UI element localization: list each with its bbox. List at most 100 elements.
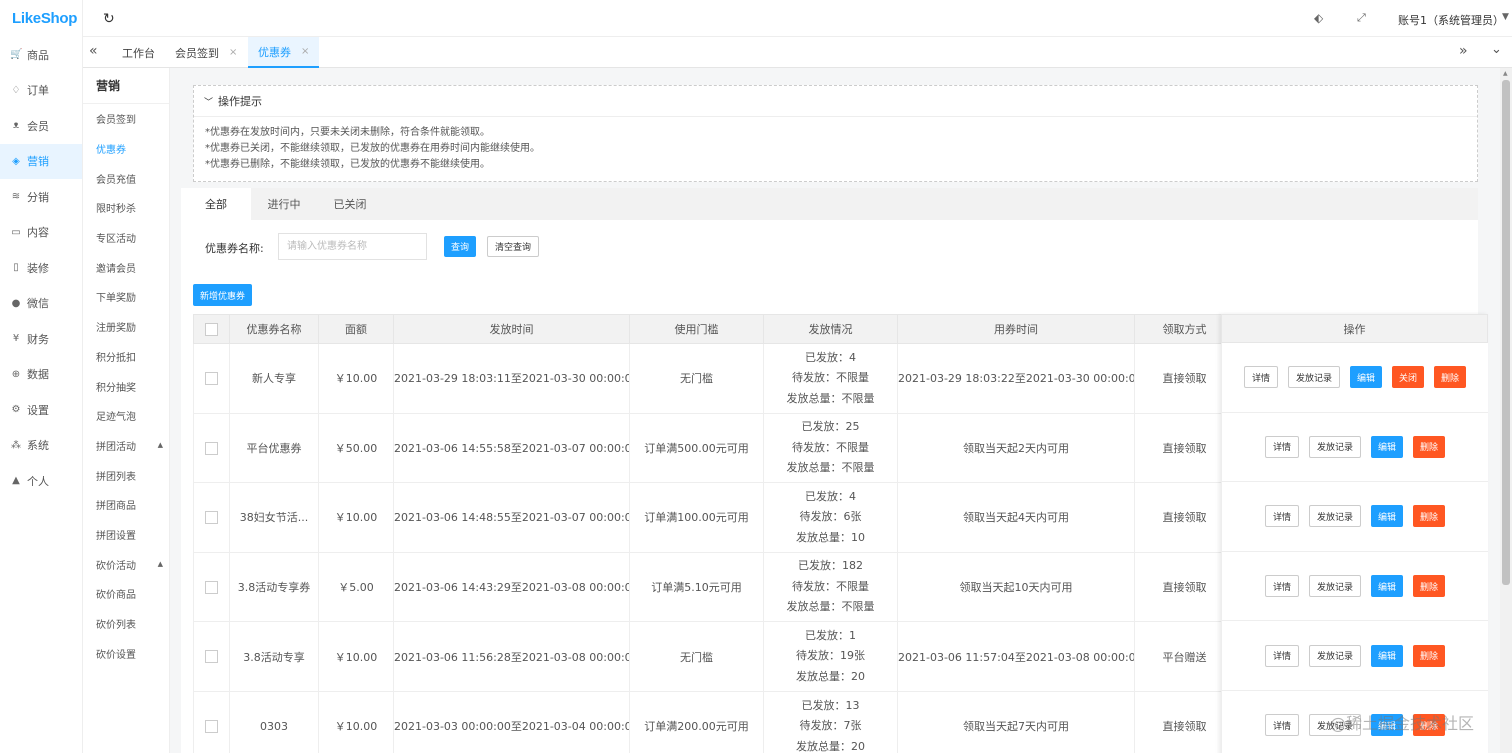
issue-record-button[interactable]: 发放记录 (1308, 575, 1361, 598)
issue-record-button[interactable]: 发放记录 (1308, 435, 1361, 458)
subnav-item[interactable]: 邀请会员 (83, 252, 169, 282)
subnav-item[interactable]: 专区活动 (83, 223, 169, 253)
coupon-name-input[interactable] (278, 233, 427, 260)
subnav-item[interactable]: 下单奖励 (83, 282, 169, 312)
sidebar-item-user[interactable]: ᴥ 会员 (0, 108, 82, 144)
col-header-amount[interactable]: 面额 (318, 314, 394, 344)
subnav-item[interactable]: 砍价活动 ▲ (83, 549, 169, 579)
tabs-menu-chevron-icon[interactable]: ⌄ (1491, 42, 1502, 57)
close-button[interactable]: 关闭 (1392, 366, 1425, 389)
subnav-item[interactable]: 优惠券 (83, 134, 169, 164)
use-time-cell: 领取当天起2天内可用 (897, 412, 1135, 484)
sidebar-item-wechat[interactable]: ● 微信 (0, 286, 82, 322)
delete-button[interactable]: 删除 (1413, 644, 1446, 667)
subnav-item[interactable]: 限时秒杀 (83, 193, 169, 223)
edit-button[interactable]: 编辑 (1371, 575, 1404, 598)
sidebar-item-yen[interactable]: ¥ 财务 (0, 321, 82, 357)
tab-all[interactable]: 全部 (181, 188, 251, 220)
row-checkbox[interactable] (205, 650, 218, 664)
fullscreen-icon[interactable]: ⤢ (1357, 11, 1366, 25)
detail-button[interactable]: 详情 (1264, 435, 1299, 458)
subnav-item[interactable]: 注册奖励 (83, 312, 169, 342)
sidebar-item-settings[interactable]: ⚙ 设置 (0, 392, 82, 428)
edit-button[interactable]: 编辑 (1371, 505, 1404, 528)
detail-button[interactable]: 详情 (1264, 505, 1299, 528)
sidebar-item-cart[interactable]: 🛒 商品 (0, 37, 82, 73)
use-time-cell: 领取当天起10天内可用 (897, 551, 1135, 623)
close-icon[interactable]: × (229, 47, 237, 58)
sidebar-item-system[interactable]: ⁂ 系统 (0, 428, 82, 464)
sidebar-item-bell[interactable]: ♢ 订单 (0, 73, 82, 109)
sidebar-item-phone[interactable]: ▯ 装修 (0, 250, 82, 286)
delete-button[interactable]: 删除 (1434, 366, 1467, 389)
sidebar-item-book[interactable]: ▭ 内容 (0, 215, 82, 251)
subnav-item[interactable]: 积分抽奖 (83, 371, 169, 401)
caret-up-icon[interactable]: ▲ (158, 560, 163, 568)
subnav-item[interactable]: 砍价设置 (83, 638, 169, 668)
subnav-item[interactable]: 会员充值 (83, 163, 169, 193)
tag-icon[interactable]: ⬖ (1314, 11, 1323, 25)
edit-button[interactable]: 编辑 (1371, 644, 1404, 667)
row-checkbox[interactable] (205, 511, 218, 525)
tabs-scroll-right-icon[interactable]: » (1459, 43, 1468, 59)
add-coupon-button[interactable]: 新增优惠券 (193, 284, 252, 306)
sidebar-item-person[interactable]: ▲ 个人 (0, 463, 82, 499)
sidebar-item-globe[interactable]: ⊕ 数据 (0, 357, 82, 393)
edit-button[interactable]: 编辑 (1371, 435, 1404, 458)
logo[interactable]: LikeShop (0, 0, 82, 37)
col-header-name[interactable]: 优惠券名称 (229, 314, 319, 344)
tips-header[interactable]: ﹀ 操作提示 (194, 86, 1477, 117)
edit-button[interactable]: 编辑 (1349, 366, 1382, 389)
subnav-item[interactable]: 拼团设置 (83, 520, 169, 550)
subnav-item[interactable]: 拼团商品 (83, 490, 169, 520)
delete-button[interactable]: 删除 (1413, 435, 1446, 458)
chevron-down-icon[interactable]: ﹀ (204, 95, 213, 108)
scrollbar-thumb[interactable] (1502, 80, 1510, 585)
sidebar-item-box[interactable]: ◈ 营销 (0, 143, 82, 179)
row-checkbox[interactable] (205, 580, 218, 594)
issue-record-button[interactable]: 发放记录 (1308, 644, 1361, 667)
tab-ongoing[interactable]: 进行中 (251, 188, 317, 220)
detail-button[interactable]: 详情 (1264, 644, 1299, 667)
detail-button[interactable]: 详情 (1264, 714, 1299, 737)
vertical-scrollbar[interactable]: ▲ (1500, 68, 1512, 753)
caret-up-icon[interactable]: ▲ (158, 441, 163, 449)
row-checkbox[interactable] (205, 720, 218, 734)
issue-record-button[interactable]: 发放记录 (1287, 366, 1340, 389)
subnav-item[interactable]: 积分抵扣 (83, 342, 169, 372)
subnav-item[interactable]: 会员签到 (83, 104, 169, 134)
scroll-up-icon[interactable]: ▲ (1503, 70, 1508, 77)
detail-button[interactable]: 详情 (1264, 575, 1299, 598)
method-cell: 平台赠送 (1134, 621, 1235, 692)
sidebar-item-layers[interactable]: ≋ 分销 (0, 179, 82, 215)
tab-closed[interactable]: 已关闭 (317, 188, 383, 220)
row-checkbox[interactable] (205, 372, 218, 386)
delete-button[interactable]: 删除 (1413, 575, 1446, 598)
refresh-icon[interactable]: ↻ (103, 11, 115, 27)
query-button[interactable]: 查询 (444, 236, 476, 257)
col-header-use-time[interactable]: 用券时间 (897, 314, 1135, 344)
issue-record-button[interactable]: 发放记录 (1308, 505, 1361, 528)
close-icon[interactable]: × (301, 46, 309, 57)
clear-query-button[interactable]: 清空查询 (487, 236, 539, 257)
page-tab-member-signin[interactable]: 会员签到 × (175, 37, 237, 68)
page-tab-coupons[interactable]: 优惠券 × (248, 37, 320, 68)
subnav-item[interactable]: 足迹气泡 (83, 401, 169, 431)
col-header-threshold[interactable]: 使用门槛 (629, 314, 764, 344)
col-header-method[interactable]: 领取方式 (1134, 314, 1235, 344)
col-header-issue-status[interactable]: 发放情况 (763, 314, 898, 344)
col-header-issue-time[interactable]: 发放时间 (393, 314, 630, 344)
subnav-item[interactable]: 砍价列表 (83, 609, 169, 639)
page-tab-workbench[interactable]: 工作台 (122, 37, 155, 68)
select-all-checkbox[interactable] (205, 322, 218, 336)
chevron-down-icon[interactable]: ▼ (1502, 12, 1509, 22)
subnav-item[interactable]: 砍价商品 (83, 579, 169, 609)
issue-issued: 已发放：1 (805, 628, 856, 642)
tabs-scroll-left-icon[interactable]: « (89, 43, 98, 59)
row-checkbox[interactable] (205, 441, 218, 455)
detail-button[interactable]: 详情 (1243, 366, 1278, 389)
account-menu[interactable]: 账号1（系统管理员） (1398, 12, 1504, 28)
subnav-item[interactable]: 拼团列表 (83, 460, 169, 490)
delete-button[interactable]: 删除 (1413, 505, 1446, 528)
subnav-item[interactable]: 拼团活动 ▲ (83, 431, 169, 461)
